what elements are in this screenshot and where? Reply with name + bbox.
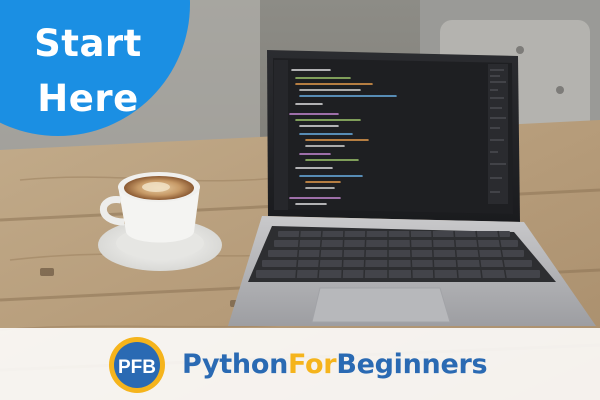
brand-part-beginners: Beginners bbox=[336, 349, 488, 380]
start-here-label[interactable]: Start Here bbox=[18, 16, 158, 126]
brand-part-python: Python bbox=[182, 349, 288, 380]
brand-name[interactable]: PythonForBeginners bbox=[182, 347, 488, 383]
brand-part-for: For bbox=[288, 349, 337, 380]
pfb-logo-icon: PFB bbox=[109, 337, 165, 393]
banner: Start Here PFB PythonForBeginners bbox=[0, 0, 600, 400]
logo-monogram: PFB bbox=[118, 357, 156, 378]
badge-line-start: Start bbox=[34, 22, 142, 65]
badge-line-here: Here bbox=[37, 77, 139, 120]
